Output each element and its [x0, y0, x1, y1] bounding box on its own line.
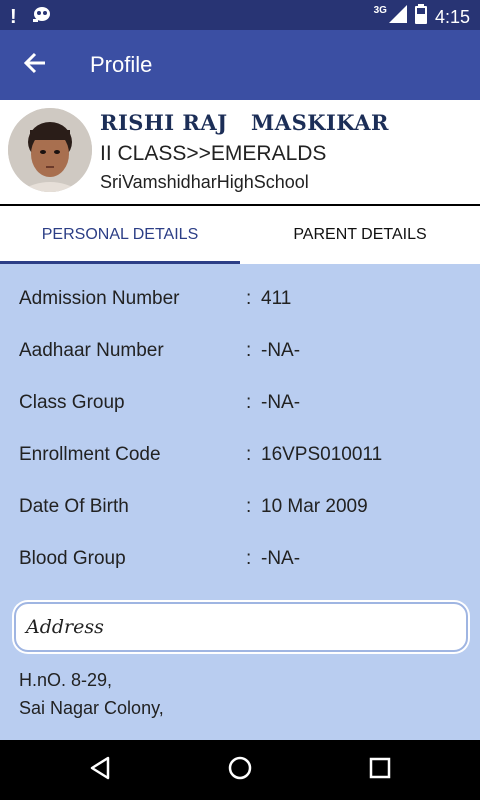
address-title: Address [26, 616, 104, 638]
avatar [8, 108, 92, 192]
detail-label: Enrollment Code [19, 444, 161, 465]
detail-row-date-of-birth: Date Of Birth : 10 Mar 2009 [19, 491, 459, 521]
detail-row-enrollment-code: Enrollment Code : 16VPS010011 [19, 439, 459, 469]
home-circle-icon [227, 755, 253, 786]
detail-separator: : [246, 496, 252, 517]
address-header: Address [14, 602, 468, 652]
detail-row-blood-group: Blood Group : -NA- [19, 543, 459, 573]
personal-details-panel: Admission Number : 411 Aadhaar Number : … [0, 264, 480, 740]
battery-icon [414, 4, 427, 29]
detail-label: Blood Group [19, 548, 126, 569]
detail-value: 10 Mar 2009 [261, 496, 368, 517]
nav-home-button[interactable] [220, 750, 260, 790]
tab-personal-details[interactable]: PERSONAL DETAILS [0, 206, 240, 264]
tab-bar: PERSONAL DETAILS PARENT DETAILS [0, 206, 480, 264]
address-line: Sai Nagar Colony, [19, 698, 164, 718]
detail-row-class-group: Class Group : -NA- [19, 387, 459, 417]
back-button[interactable] [18, 48, 52, 82]
detail-label: Date Of Birth [19, 496, 129, 517]
detail-value: -NA- [261, 392, 301, 413]
profile-header: RISHI RAJ MASKIKAR II CLASS>>EMERALDS Sr… [0, 100, 480, 204]
school-name: SriVamshidharHighSchool [100, 172, 309, 192]
detail-label: Class Group [19, 392, 125, 413]
detail-value: -NA- [261, 548, 301, 569]
address-line: H.nO. 8-29, [19, 670, 113, 690]
back-triangle-icon [89, 756, 111, 785]
detail-label: Admission Number [19, 288, 180, 309]
detail-separator: : [246, 340, 252, 361]
student-name: RISHI RAJ MASKIKAR [100, 110, 389, 135]
detail-separator: : [246, 548, 252, 569]
arrow-left-icon [23, 52, 47, 79]
detail-label: Aadhaar Number [19, 340, 164, 361]
signal-icon [388, 5, 407, 28]
exclamation-icon: ! [10, 5, 17, 28]
detail-separator: : [246, 444, 252, 465]
network-type-label: 3G [373, 5, 387, 16]
detail-value: 411 [261, 288, 292, 309]
detail-separator: : [246, 392, 252, 413]
detail-value: 16VPS010011 [261, 444, 383, 465]
nav-recents-button[interactable] [360, 750, 400, 790]
debug-icon [31, 4, 53, 29]
page-title: Profile [90, 52, 153, 77]
detail-value: -NA- [261, 340, 301, 361]
status-bar: ! 3G 4:15 [0, 0, 480, 30]
tab-parent-details[interactable]: PARENT DETAILS [240, 206, 480, 264]
system-nav-bar [0, 740, 480, 800]
nav-back-button[interactable] [80, 750, 120, 790]
detail-row-aadhaar-number: Aadhaar Number : -NA- [19, 335, 459, 365]
student-class: II CLASS>>EMERALDS [100, 142, 327, 165]
recents-square-icon [369, 757, 391, 784]
app-bar: Profile [0, 30, 480, 100]
detail-row-admission-number: Admission Number : 411 [19, 283, 459, 313]
clock: 4:15 [434, 6, 470, 27]
detail-separator: : [246, 288, 252, 309]
